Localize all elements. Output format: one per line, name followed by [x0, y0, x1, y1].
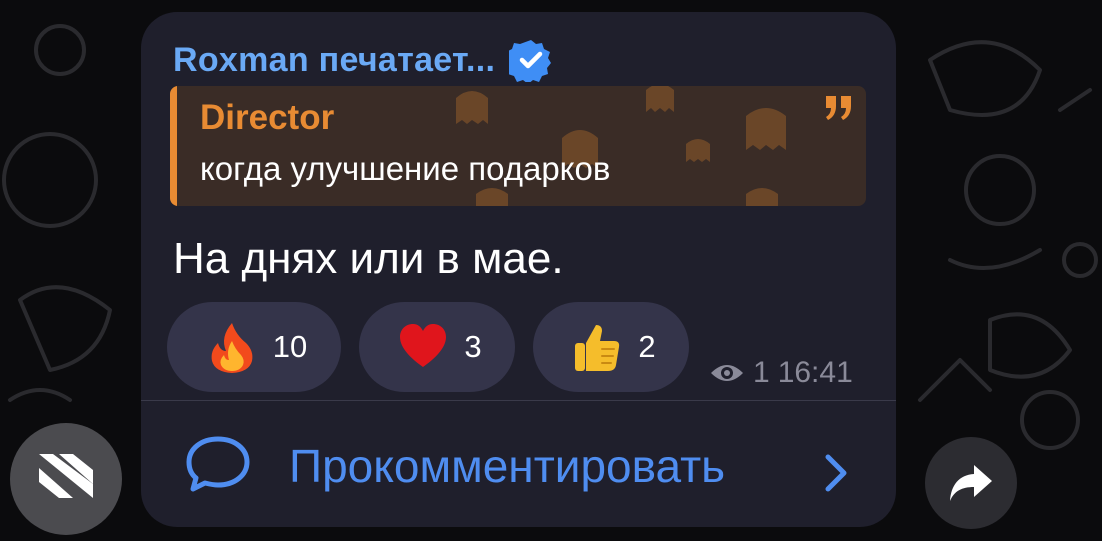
comment-bubble-icon	[186, 436, 250, 492]
verified-badge-icon	[509, 40, 552, 82]
channel-avatar[interactable]	[10, 423, 122, 535]
comment-label: Прокомментировать	[289, 440, 726, 492]
message-meta: 1 16:41	[709, 356, 853, 390]
reply-quote[interactable]: Director когда улучшение подарков	[170, 86, 866, 206]
reaction-heart[interactable]: 3	[359, 302, 515, 392]
reaction-count: 10	[272, 329, 308, 364]
quote-mark-icon	[826, 96, 851, 120]
quote-accent-bar	[170, 86, 177, 206]
channel-logo-icon	[39, 454, 93, 498]
reaction-count: 2	[638, 329, 656, 364]
message-text: На днях или в мае.	[173, 234, 564, 283]
message-bubble[interactable]: Roxman печатает... Director когда улучше…	[141, 12, 896, 527]
share-arrow-icon	[950, 465, 992, 501]
heart-emoji-icon	[400, 324, 447, 367]
sender-header: Roxman печатает...	[173, 38, 553, 82]
sender-typing-status[interactable]: Roxman печатает...	[173, 41, 495, 80]
message-time: 16:41	[777, 356, 853, 389]
thumbs-up-emoji-icon	[575, 325, 620, 371]
eye-icon	[711, 365, 743, 381]
view-count: 1	[753, 356, 770, 389]
reaction-fire[interactable]: 10	[167, 302, 341, 392]
reaction-count: 3	[464, 329, 482, 364]
reactions-row: 10 3 2	[167, 302, 689, 392]
chevron-right-icon	[825, 454, 847, 492]
quote-author: Director	[200, 98, 335, 137]
quote-text: когда улучшение подарков	[200, 150, 611, 187]
reaction-thumbs-up[interactable]: 2	[533, 302, 689, 392]
fire-emoji-icon	[211, 323, 253, 373]
comment-button[interactable]: Прокомментировать	[141, 401, 896, 527]
quote-pattern	[456, 86, 786, 206]
share-button[interactable]	[925, 437, 1017, 529]
